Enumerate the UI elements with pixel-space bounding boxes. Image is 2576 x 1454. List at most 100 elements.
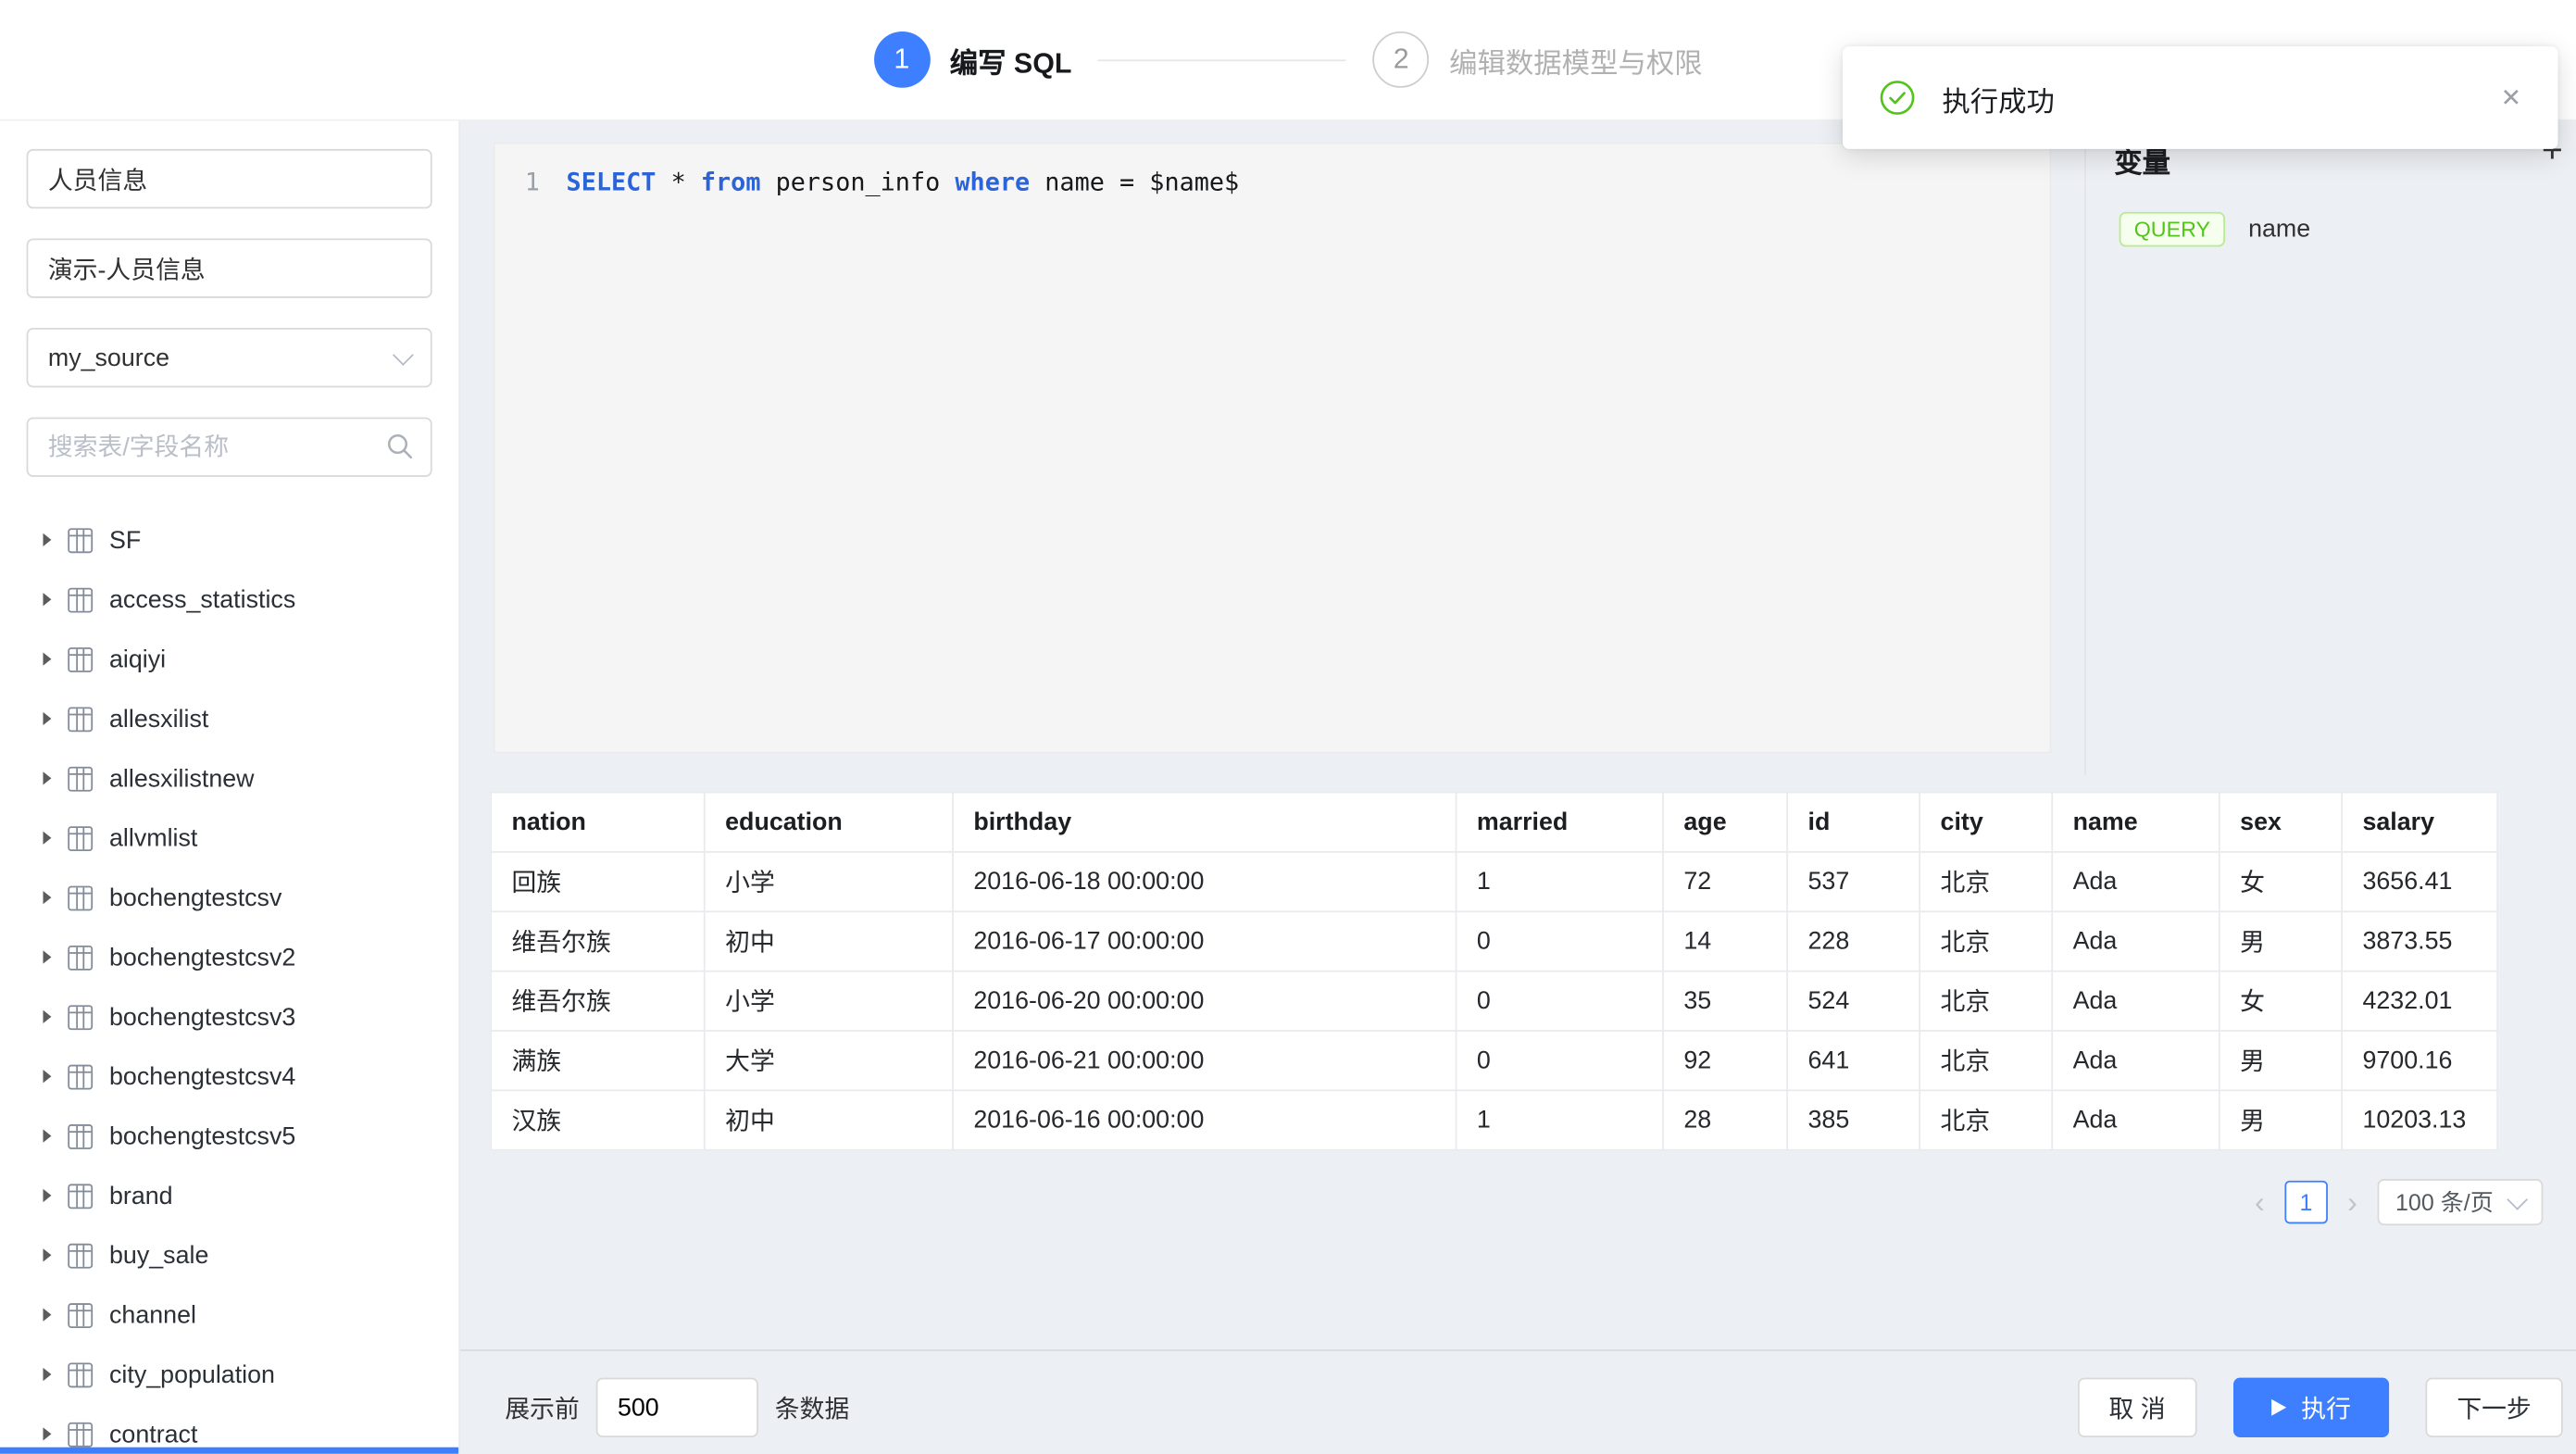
cell: 14 [1663,911,1787,971]
column-header: salary [2342,793,2497,852]
tree-item[interactable]: brand [0,1166,458,1225]
table-row: 满族大学2016-06-21 00:00:00092641北京Ada男9700.… [491,1031,2497,1090]
search-input[interactable] [27,418,432,477]
cell: 0 [1457,1031,1664,1090]
sidebar: my_source SF access_statistics aiqiyi al… [0,119,460,1454]
page-size-select[interactable]: 100 条/页 [2377,1179,2543,1225]
caret-right-icon[interactable] [43,1368,51,1381]
table-name: buy_sale [109,1241,208,1269]
current-page-button[interactable]: 1 [2284,1181,2327,1223]
cell: 男 [2220,1031,2342,1090]
caret-right-icon[interactable] [43,1129,51,1142]
tree-item[interactable]: access_statistics [0,570,458,629]
caret-right-icon[interactable] [43,1070,51,1083]
step-2-number-badge: 2 [1373,31,1430,88]
table-row: 维吾尔族小学2016-06-20 00:00:00035524北京Ada女423… [491,971,2497,1031]
caret-right-icon[interactable] [43,950,51,963]
table-icon [68,1004,93,1029]
sidebar-scrollbar[interactable] [0,1448,458,1454]
table-icon [68,1064,93,1089]
datasource-select[interactable]: my_source [27,328,432,387]
sql-text: name = $name$ [1030,168,1239,197]
prev-page-button[interactable]: ‹ [2255,1187,2265,1217]
table-name: bochengtestcsv2 [109,943,295,971]
table-row: 回族小学2016-06-18 00:00:00172537北京Ada女3656.… [491,852,2497,911]
sql-keyword: from [701,168,761,197]
cell: 北京 [1919,971,2052,1031]
table-name: allesxilist [109,705,208,733]
app: 1 编写 SQL 2 编辑数据模型与权限 执行成功 ✕ my_source [0,0,2576,1454]
tree-item[interactable]: bochengtestcsv3 [0,987,458,1047]
caret-right-icon[interactable] [43,1189,51,1202]
sql-editor[interactable]: 1 SELECT * from person_info where name =… [494,143,2052,754]
tree-item[interactable]: bochengtestcsv5 [0,1106,458,1165]
close-icon[interactable]: ✕ [2501,82,2521,112]
tree-item[interactable]: SF [0,510,458,570]
cell: 92 [1663,1031,1787,1090]
tree-item[interactable]: buy_sale [0,1225,458,1285]
tree-item[interactable]: bochengtestcsv2 [0,927,458,986]
sql-text: person_info [760,168,955,197]
cell: 满族 [491,1031,705,1090]
table-name: bochengtestcsv3 [109,1003,295,1031]
step-1-number-badge: 1 [873,31,930,88]
column-header: name [2052,793,2220,852]
caret-right-icon[interactable] [43,1427,51,1440]
datasource-selected-value: my_source [48,344,169,371]
cell: 28 [1663,1090,1787,1149]
cell: 228 [1787,911,1919,971]
caret-right-icon[interactable] [43,1248,51,1261]
tree-item[interactable]: city_population [0,1345,458,1404]
caret-right-icon[interactable] [43,771,51,784]
dataset-display-name-input[interactable] [27,238,432,297]
tree-item[interactable]: allesxilistnew [0,748,458,808]
cell: 0 [1457,911,1664,971]
tree-item[interactable]: aiqiyi [0,629,458,688]
cell: 小学 [705,852,953,911]
cell: 汉族 [491,1090,705,1149]
cell: 10203.13 [2342,1090,2497,1149]
caret-right-icon[interactable] [43,652,51,665]
tree-item[interactable]: allesxilist [0,689,458,748]
chevron-down-icon [393,344,414,365]
step-1-edit-sql[interactable]: 1 编写 SQL [873,31,1071,88]
tree-item[interactable]: allvmlist [0,808,458,868]
caret-right-icon[interactable] [43,1309,51,1322]
table-name: bochengtestcsv4 [109,1062,295,1090]
cell: 4232.01 [2342,971,2497,1031]
caret-right-icon[interactable] [43,832,51,845]
cancel-button[interactable]: 取 消 [2078,1378,2197,1437]
next-page-button[interactable]: › [2347,1187,2357,1217]
table-icon [68,1184,93,1209]
table-icon [68,1123,93,1148]
search-icon [386,432,414,460]
step-2-edit-model[interactable]: 2 编辑数据模型与权限 [1373,31,1703,88]
tree-item[interactable]: bochengtestcsv [0,868,458,927]
table-icon [68,885,93,910]
cell: Ada [2052,911,2220,971]
caret-right-icon[interactable] [43,891,51,904]
main-area: 1 SELECT * from person_info where name =… [460,119,2576,1454]
cell: 2016-06-21 00:00:00 [953,1031,1457,1090]
dataset-name-input[interactable] [27,149,432,208]
table-name: allvmlist [109,824,197,852]
table-name: aiqiyi [109,645,166,672]
caret-right-icon[interactable] [43,1010,51,1023]
limit-input[interactable] [596,1378,758,1437]
tree-item[interactable]: channel [0,1285,458,1344]
column-header: age [1663,793,1787,852]
play-icon [2271,1399,2286,1416]
cell: 0 [1457,971,1664,1031]
caret-right-icon[interactable] [43,593,51,606]
table-icon [68,1362,93,1387]
run-button-label: 执行 [2301,1390,2351,1425]
caret-right-icon[interactable] [43,533,51,546]
tables-tree: SF access_statistics aiqiyi allesxilist … [0,496,458,1453]
step-2-label: 编辑数据模型与权限 [1449,39,1703,81]
tree-item[interactable]: bochengtestcsv4 [0,1047,458,1106]
sql-keyword: SELECT [567,168,657,197]
caret-right-icon[interactable] [43,712,51,725]
success-check-icon [1879,80,1915,116]
next-step-button[interactable]: 下一步 [2425,1378,2562,1437]
run-button[interactable]: 执行 [2233,1378,2389,1437]
